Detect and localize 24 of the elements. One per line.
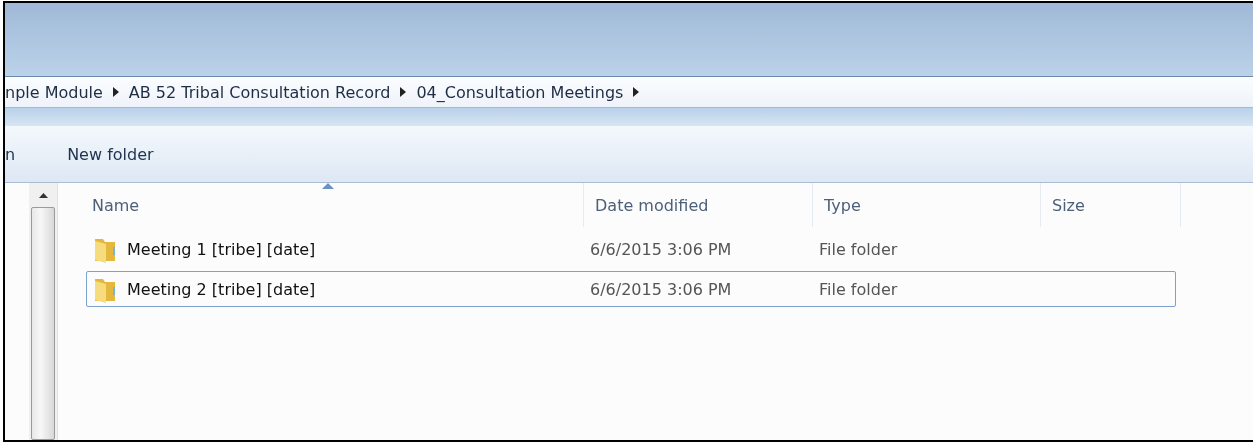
column-header[interactable]: Size [1041,183,1181,227]
file-row[interactable]: Meeting 1 [tribe] [date] 6/6/2015 3:06 PM File folder [86,231,1176,267]
toolbar-button[interactable]: New folder [67,144,154,164]
file-type: File folder [818,279,899,299]
chevron-right-icon[interactable] [400,87,407,97]
chevron-right-icon[interactable] [633,87,640,97]
column-header[interactable]: Date modified [584,183,813,227]
scrollbar[interactable] [29,183,58,440]
scroll-up-icon[interactable] [38,192,48,198]
column-header[interactable]: Name [92,183,584,227]
breadcrumb-item[interactable]: AB 52 Tribal Consultation Record [128,82,391,102]
file-name: Meeting 2 [tribe] [date] [127,279,316,299]
file-row[interactable]: Meeting 2 [tribe] [date] 6/6/2015 3:06 PM File folder [86,271,1176,307]
address-bar[interactable]: nple Module AB 52 Tribal Consultation Record 04_Consultation Meetings [5,76,1253,108]
toolbar-button[interactable]: n [5,144,16,164]
chevron-right-icon[interactable] [112,87,119,97]
column-header[interactable]: Type [813,183,1041,227]
breadcrumb-item[interactable]: nple Module [5,82,103,102]
breadcrumb-item[interactable]: 04_Consultation Meetings [416,82,624,102]
date-modified: 6/6/2015 3:06 PM [589,279,733,299]
date-modified: 6/6/2015 3:06 PM [589,239,733,259]
scrollbar-thumb[interactable] [31,207,55,440]
file-name: Meeting 1 [tribe] [date] [127,239,316,259]
file-type: File folder [818,239,899,259]
